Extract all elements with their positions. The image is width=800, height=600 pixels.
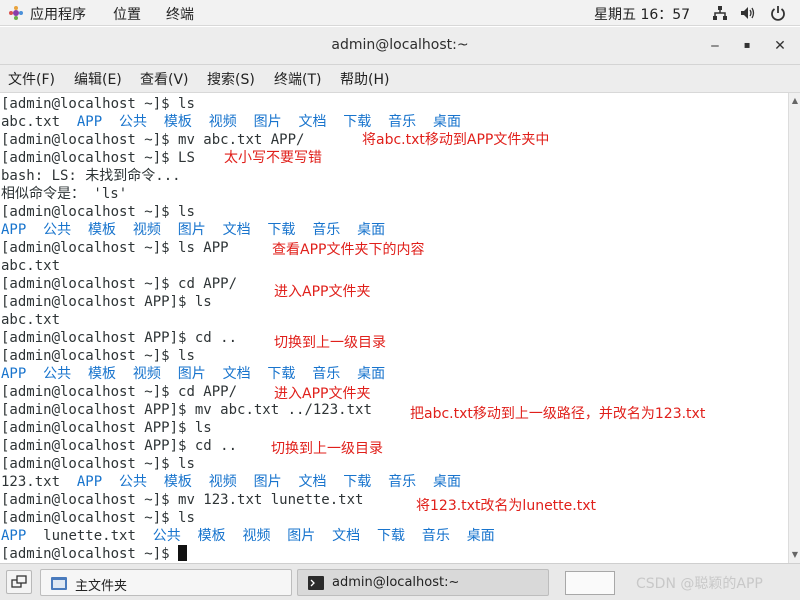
annotation-note: 切换到上一级目录 [271,441,383,457]
text-cursor [178,545,188,561]
terminal-line: [admin@localhost ~]$ ls [1,510,195,526]
terminal-line: APP lunette.txt 公共 模板 视频 图片 文档 下载 音乐 桌面 [1,528,495,544]
terminal-prompt-line[interactable]: [admin@localhost ~]$ [1,545,188,563]
window-titlebar[interactable]: admin@localhost:~ ‒ ▪ ✕ [0,27,800,65]
terminal-line: [admin@localhost ~]$ cd APP/ [1,276,238,292]
terminal-line: [admin@localhost ~]$ ls [1,348,195,364]
annotation-note: 将abc.txt移动到APP文件夹中 [362,132,550,148]
terminal-scrollbar[interactable]: ▲ ▼ [788,93,800,563]
terminal-line: APP 公共 模板 视频 图片 文档 下载 音乐 桌面 [1,222,386,238]
power-icon[interactable] [770,5,786,21]
menu-search[interactable]: 搜索(S) [207,69,255,89]
terminal-line: [admin@localhost APP]$ mv abc.txt ../123… [1,402,372,418]
terminal-line: [admin@localhost APP]$ ls [1,420,212,436]
menu-terminal[interactable]: 终端(T) [274,69,321,89]
window-title: admin@localhost:~ [331,37,469,53]
menu-help[interactable]: 帮助(H) [340,69,389,89]
menu-view[interactable]: 查看(V) [140,69,189,89]
terminal-line: abc.txt [1,258,61,274]
terminal-line: [admin@localhost ~]$ ls [1,456,195,472]
terminal-app-menu[interactable]: 终端 [166,4,194,24]
maximize-button[interactable]: ▪ [737,36,757,56]
terminal-line: [admin@localhost APP]$ cd .. [1,438,238,454]
terminal-output[interactable]: [admin@localhost ~]$ ls abc.txt APP 公共 模… [0,93,788,563]
taskbar: 主文件夹 admin@localhost:~ CSDN @聪颖的APP [0,563,800,600]
show-desktop-button[interactable] [6,570,32,594]
terminal-line: abc.txt [1,312,61,328]
close-button[interactable]: ✕ [770,36,790,56]
menu-edit[interactable]: 编辑(E) [74,69,122,89]
terminal-line: [admin@localhost ~]$ ls [1,96,195,112]
annotation-note: 进入APP文件夹 [274,284,371,300]
terminal-line: APP 公共 模板 视频 图片 文档 下载 音乐 桌面 [1,366,386,382]
scroll-down-icon[interactable]: ▼ [789,549,800,561]
terminal-line: 相似命令是： 'ls' [1,186,128,202]
top-panel: 应用程序 位置 终端 星期五 16：57 [0,0,800,26]
terminal-line: bash: LS: 未找到命令... [1,168,181,184]
terminal-line: [admin@localhost ~]$ ls APP [1,240,229,256]
annotation-note: 将123.txt改名为lunette.txt [416,498,596,514]
terminal-line: abc.txt APP 公共 模板 视频 图片 文档 下载 音乐 桌面 [1,114,462,130]
terminal-line: [admin@localhost APP]$ cd .. [1,330,238,346]
volume-icon[interactable] [740,5,756,21]
workspace-switcher[interactable] [565,571,615,595]
watermark: CSDN @聪颖的APP [636,576,763,592]
terminal-line: [admin@localhost APP]$ ls [1,294,212,310]
terminal-line: [admin@localhost ~]$ mv 123.txt lunette.… [1,492,364,508]
terminal-line: [admin@localhost ~]$ ls [1,204,195,220]
annotation-note: 把abc.txt移动到上一级路径，并改名为123.txt [410,406,706,422]
taskbar-terminal[interactable]: admin@localhost:~ [297,569,549,596]
applications-icon[interactable] [8,5,24,21]
clock[interactable]: 星期五 16：57 [594,4,690,24]
places-menu[interactable]: 位置 [113,4,141,24]
terminal-line: [admin@localhost ~]$ cd APP/ [1,384,238,400]
minimize-button[interactable]: ‒ [705,36,725,56]
menubar: 文件(F) 编辑(E) 查看(V) 搜索(S) 终端(T) 帮助(H) [0,65,800,93]
terminal-icon [308,576,324,590]
terminal-line: [admin@localhost ~]$ mv abc.txt APP/ [1,132,305,148]
taskbar-home-folder[interactable]: 主文件夹 [40,569,292,596]
terminal-line: [admin@localhost ~]$ LS [1,150,195,166]
taskbar-label: 主文件夹 [75,579,128,594]
annotation-note: 太小写不要写错 [224,150,322,166]
annotation-note: 查看APP文件夹下的内容 [272,242,425,258]
annotation-note: 切换到上一级目录 [274,335,386,351]
menu-file[interactable]: 文件(F) [8,69,55,89]
file-manager-icon [51,577,67,590]
terminal-line: 123.txt APP 公共 模板 视频 图片 文档 下载 音乐 桌面 [1,474,462,490]
annotation-note: 进入APP文件夹 [274,386,371,402]
network-icon[interactable] [712,5,728,21]
applications-menu[interactable]: 应用程序 [30,4,86,24]
taskbar-label: admin@localhost:~ [332,575,460,590]
show-desktop-icon [11,575,27,588]
scroll-up-icon[interactable]: ▲ [789,95,800,107]
